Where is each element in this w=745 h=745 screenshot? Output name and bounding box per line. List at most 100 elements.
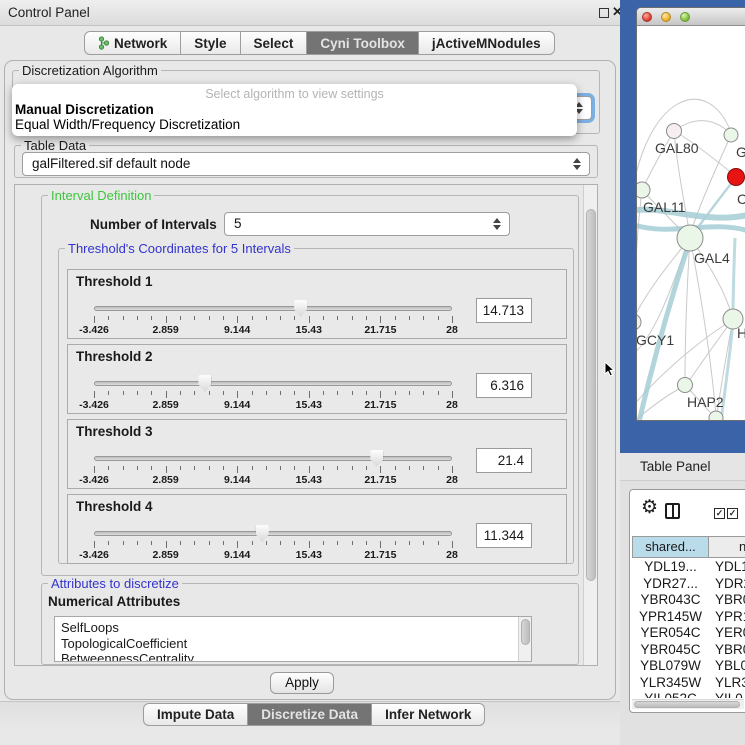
table-row[interactable]: YBL079WYBL0: [632, 658, 745, 675]
slider-track[interactable]: [94, 306, 452, 311]
table-row[interactable]: YBR045CYBR0: [632, 642, 745, 659]
slider-scale-label: 2.859: [136, 549, 196, 561]
table-row[interactable]: YPR145WYPR1: [632, 609, 745, 626]
slider-tick: [452, 541, 453, 548]
close-traffic-light[interactable]: [642, 12, 652, 22]
algorithm-placeholder-option[interactable]: Select algorithm to view settings: [12, 86, 577, 102]
network-node-c[interactable]: [728, 169, 745, 186]
slider-scale-label: 21.715: [350, 324, 410, 336]
minimize-traffic-light[interactable]: [661, 12, 671, 22]
slider-tick: [180, 316, 181, 320]
table-row[interactable]: YDL19...YDL1: [632, 559, 745, 576]
network-edge: [674, 121, 731, 134]
slider-scale-label: -3.426: [64, 474, 124, 486]
tab-network[interactable]: Network: [84, 31, 181, 55]
slider-scale-label: 28: [422, 324, 482, 336]
tab-jactivemnodules[interactable]: jActiveMNodules: [419, 31, 555, 55]
threshold-value-field[interactable]: 11.344: [476, 523, 532, 548]
float-icon[interactable]: [599, 8, 609, 18]
slider-tick: [438, 316, 439, 320]
slider-tick: [266, 541, 267, 545]
slider-handle[interactable]: [370, 450, 383, 467]
discretization-algorithm-group-title: Discretization Algorithm: [19, 63, 161, 78]
slider-tick: [166, 466, 167, 473]
algorithm-dropdown-popup: Select algorithm to view settings Manual…: [12, 84, 577, 136]
checkbox-icon[interactable]: ✓: [714, 508, 725, 519]
slider-tick: [438, 391, 439, 395]
slider-handle[interactable]: [256, 525, 269, 542]
tab-select[interactable]: Select: [241, 31, 308, 55]
threshold-value-field[interactable]: 6.316: [476, 373, 532, 398]
tab-cyni-toolbox[interactable]: Cyni Toolbox: [307, 31, 419, 55]
bottom-tab-infer-network[interactable]: Infer Network: [372, 703, 485, 726]
slider-tick: [309, 541, 310, 548]
table-row[interactable]: YER054CYER0: [632, 625, 745, 642]
column-select-icon[interactable]: [665, 503, 680, 519]
slider-tick: [395, 316, 396, 320]
mouse-cursor: [604, 362, 616, 377]
network-node-gal80[interactable]: [667, 124, 682, 139]
network-node[interactable]: [709, 411, 723, 421]
algorithm-option-equal-width[interactable]: Equal Width/Frequency Discretization: [12, 117, 577, 132]
attribute-list-item[interactable]: BetweennessCentrality: [55, 651, 531, 662]
cell-name: YLR3: [709, 675, 745, 692]
attributes-scrollbar-thumb[interactable]: [521, 619, 530, 645]
slider-tick: [194, 391, 195, 395]
bottom-tab-discretize-data[interactable]: Discretize Data: [248, 703, 372, 726]
table-row[interactable]: YBR043CYBR0: [632, 592, 745, 609]
slider-tick: [395, 541, 396, 545]
attributes-group-title: Attributes to discretize: [48, 576, 182, 591]
table-row[interactable]: YLR345WYLR3: [632, 675, 745, 692]
slider-tick: [180, 541, 181, 545]
number-of-intervals-combo[interactable]: 5: [224, 212, 510, 236]
table-row[interactable]: YDR27...YDR2: [632, 576, 745, 593]
slider-tick: [395, 466, 396, 470]
slider-tick: [108, 316, 109, 320]
column-header-2[interactable]: na: [709, 536, 745, 558]
slider-track[interactable]: [94, 456, 452, 461]
slider-handle[interactable]: [294, 300, 307, 317]
slider-tick: [409, 316, 410, 320]
zoom-traffic-light[interactable]: [680, 12, 690, 22]
table-hscrollbar-thumb[interactable]: [634, 701, 740, 708]
cell-shared-name: YDR27...: [632, 576, 709, 593]
threshold-value-field[interactable]: 21.4: [476, 448, 532, 473]
network-node-ga[interactable]: [724, 128, 738, 142]
slider-tick: [194, 541, 195, 545]
network-node-gal4[interactable]: [677, 225, 703, 251]
settings-scrollbar-thumb[interactable]: [586, 209, 596, 581]
bottom-tab-label: Impute Data: [157, 707, 234, 722]
network-node-gal11[interactable]: [637, 182, 650, 198]
attributes-scrollbar[interactable]: [518, 617, 531, 661]
network-node-hap2[interactable]: [678, 378, 693, 393]
settings-scrollbar[interactable]: [583, 185, 597, 665]
attribute-list-item[interactable]: SelfLoops: [55, 620, 531, 636]
tab-style[interactable]: Style: [181, 31, 240, 55]
slider-scale-label: 9.144: [207, 324, 267, 336]
slider-track[interactable]: [94, 381, 452, 386]
gear-icon[interactable]: ⚙: [641, 498, 658, 518]
network-canvas[interactable]: GAL80GACGAL11GAL4GCY1HHAP2: [637, 26, 745, 421]
slider-tick: [237, 466, 238, 473]
table-data-combo[interactable]: galFiltered.sif default node: [22, 152, 590, 176]
algorithm-option-manual[interactable]: Manual Discretization: [12, 102, 577, 117]
network-edge: [733, 238, 735, 317]
apply-button[interactable]: Apply: [270, 672, 334, 694]
attribute-list-item[interactable]: TopologicalCoefficient: [55, 636, 531, 652]
network-window[interactable]: GAL80GACGAL11GAL4GCY1HHAP2: [636, 7, 745, 421]
tab-label: Select: [254, 36, 294, 51]
network-edge: [637, 238, 690, 320]
slider-scale-label: 15.43: [279, 399, 339, 411]
slider-track[interactable]: [94, 531, 452, 536]
network-node-label: GCY1: [637, 332, 674, 348]
cell-name: YBR0: [709, 592, 745, 609]
bottom-tab-impute-data[interactable]: Impute Data: [143, 703, 248, 726]
column-header-1[interactable]: shared...: [632, 536, 709, 558]
table-hscrollbar[interactable]: [632, 699, 744, 709]
control-panel-titlebar: Control Panel ✕: [0, 0, 620, 26]
slider-handle[interactable]: [198, 375, 211, 392]
network-node-gcy1[interactable]: [637, 314, 641, 330]
checkbox-icon[interactable]: ✓: [727, 508, 738, 519]
table-row[interactable]: YIL052CYIL0: [632, 691, 745, 698]
threshold-value-field[interactable]: 14.713: [476, 298, 532, 323]
